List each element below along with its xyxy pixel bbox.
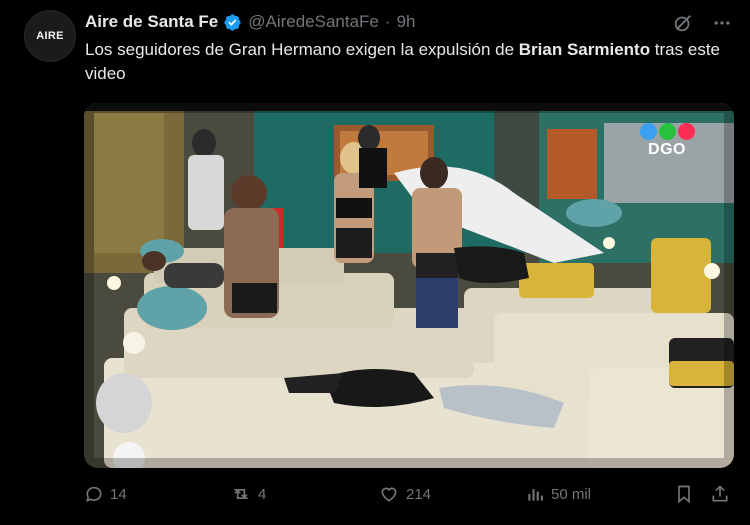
channel-logo-text: DGO bbox=[648, 141, 686, 158]
mention-name: Brian Sarmiento bbox=[518, 40, 651, 59]
logo-dot-green bbox=[658, 123, 676, 140]
bookmark-icon bbox=[678, 485, 690, 504]
reply-icon bbox=[86, 486, 102, 503]
channel-logo: DGO bbox=[632, 123, 702, 168]
views-button[interactable]: 50 mil bbox=[525, 484, 591, 504]
avatar-label: AIRE bbox=[36, 30, 64, 42]
views-count: 50 mil bbox=[551, 485, 592, 503]
separator: · bbox=[384, 12, 391, 31]
author-name[interactable]: Aire de Santa Fe bbox=[85, 12, 218, 32]
bookmark-button[interactable] bbox=[674, 484, 700, 504]
logo-dot-blue bbox=[639, 123, 657, 140]
tweet-text-start: Los seguidores de Gran Hermano exigen la… bbox=[85, 40, 519, 59]
verified-icon bbox=[224, 13, 241, 31]
logo-dot-red bbox=[677, 123, 695, 140]
action-bar: 14 4 214 50 mil bbox=[84, 484, 734, 508]
reply-count: 14 bbox=[110, 485, 127, 503]
tweet-media[interactable]: DGO bbox=[84, 103, 734, 468]
share-icon bbox=[712, 485, 728, 502]
reply-button[interactable]: 14 bbox=[84, 484, 127, 504]
views-icon bbox=[528, 489, 543, 501]
timestamp[interactable]: 9h bbox=[397, 12, 416, 32]
like-icon bbox=[381, 487, 397, 502]
like-count: 214 bbox=[406, 485, 432, 503]
repost-icon bbox=[234, 489, 248, 499]
author-handle[interactable]: @AiredeSantaFe bbox=[248, 12, 379, 32]
repost-button[interactable]: 4 bbox=[230, 484, 266, 504]
tweet-text: Los seguidores de Gran Hermano exigen la… bbox=[85, 38, 725, 86]
grok-icon[interactable] bbox=[672, 12, 694, 34]
repost-count: 4 bbox=[258, 485, 267, 503]
top-actions bbox=[672, 12, 732, 34]
like-button[interactable]: 214 bbox=[378, 484, 431, 504]
channel-logo-dots bbox=[632, 123, 702, 140]
more-icon[interactable] bbox=[712, 13, 732, 33]
share-button[interactable] bbox=[710, 484, 736, 504]
avatar[interactable]: AIRE bbox=[24, 10, 76, 62]
tweet-header: Aire de Santa Fe @AiredeSantaFe · 9h bbox=[85, 12, 415, 32]
